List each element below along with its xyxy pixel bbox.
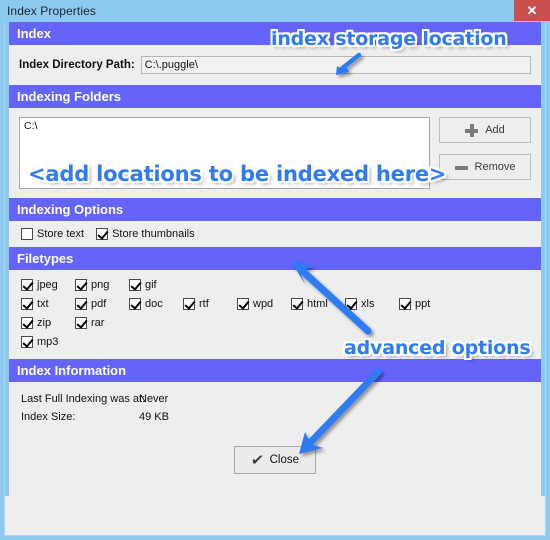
filetype-checkbox-zip[interactable]: zip — [21, 316, 75, 329]
filetype-checkbox-wpd[interactable]: wpd — [237, 297, 291, 310]
checkbox-label: zip — [37, 316, 52, 329]
filetype-checkbox-rtf[interactable]: rtf — [183, 297, 237, 310]
add-folder-label: Add — [485, 124, 505, 136]
checkmark-icon: ✔ — [249, 451, 265, 469]
option-checkbox-store-thumbnails[interactable]: Store thumbnails — [96, 228, 195, 240]
checkbox-label: rtf — [199, 297, 209, 310]
folder-actions: Add Remove — [439, 117, 531, 189]
indexing-folders-list[interactable]: C:\ — [19, 117, 430, 189]
checkbox-icon[interactable] — [291, 297, 303, 310]
dialog-footer: ✔ Close — [5, 434, 545, 496]
close-button-label: Close — [269, 454, 299, 466]
info-row: Last Full Indexing was at: Never — [21, 390, 541, 408]
title-bar: Index Properties ✕ — [0, 0, 550, 22]
checkbox-label: Store text — [37, 228, 85, 240]
filetype-row: zip rar — [21, 314, 541, 331]
section-header-index: Index — [5, 22, 545, 45]
filetype-checkbox-png[interactable]: png — [75, 278, 129, 291]
filetype-row: txt pdf doc rtf wpd html xls ppt — [21, 295, 541, 312]
checkbox-label: jpeg — [37, 278, 58, 291]
checkbox-label: wpd — [253, 297, 274, 310]
checkbox-label: mp3 — [37, 335, 59, 348]
add-folder-button[interactable]: Add — [439, 117, 531, 143]
checkbox-label: txt — [37, 297, 49, 310]
remove-folder-label: Remove — [474, 161, 516, 173]
plus-icon — [465, 123, 479, 137]
checkbox-icon[interactable] — [21, 228, 33, 240]
close-button[interactable]: ✔ Close — [234, 446, 316, 474]
window-title: Index Properties — [7, 4, 96, 18]
checkbox-label: ppt — [415, 297, 431, 310]
section-header-indexing-options: Indexing Options — [5, 198, 545, 221]
filetype-row: mp3 — [21, 333, 541, 350]
section-body-index: Index Directory Path: — [5, 45, 545, 85]
filetype-checkbox-jpeg[interactable]: jpeg — [21, 278, 75, 291]
checkbox-icon[interactable] — [75, 297, 87, 310]
checkbox-label: png — [91, 278, 110, 291]
checkbox-icon[interactable] — [21, 316, 33, 329]
filetype-checkbox-ppt[interactable]: ppt — [399, 297, 453, 310]
filetype-checkbox-txt[interactable]: txt — [21, 297, 75, 310]
filetype-checkbox-pdf[interactable]: pdf — [75, 297, 129, 310]
info-key: Index Size: — [21, 411, 76, 423]
remove-folder-button[interactable]: Remove — [439, 154, 531, 180]
checkbox-icon[interactable] — [345, 297, 357, 310]
info-value: Never — [139, 393, 169, 405]
checkbox-icon[interactable] — [129, 278, 141, 291]
filetype-checkbox-rar[interactable]: rar — [75, 316, 129, 329]
checkbox-label: gif — [145, 278, 157, 291]
checkbox-label: doc — [145, 297, 163, 310]
checkbox-icon[interactable] — [21, 297, 33, 310]
checkbox-icon[interactable] — [75, 316, 87, 329]
checkbox-label: pdf — [91, 297, 107, 310]
section-body-index-information: Last Full Indexing was at: Never Index Siz… — [5, 382, 545, 434]
checkbox-icon[interactable] — [75, 278, 87, 291]
checkbox-label: html — [307, 297, 328, 310]
minus-icon — [454, 161, 468, 174]
checkbox-icon[interactable] — [96, 228, 109, 240]
checkbox-icon[interactable] — [183, 297, 195, 310]
window-close-button[interactable]: ✕ — [514, 0, 550, 21]
checkbox-icon[interactable] — [399, 297, 411, 310]
list-item[interactable]: C:\ — [24, 120, 425, 132]
checkbox-icon[interactable] — [21, 335, 33, 348]
section-header-index-information: Index Information — [5, 359, 545, 382]
filetype-checkbox-html[interactable]: html — [291, 297, 345, 310]
checkbox-label: rar — [91, 316, 105, 329]
section-header-indexing-folders: Indexing Folders — [5, 85, 545, 108]
filetype-checkbox-gif[interactable]: gif — [129, 278, 183, 291]
checkbox-label: xls — [361, 297, 375, 310]
section-body-indexing-options: Store text Store thumbnails — [5, 221, 545, 247]
filetype-checkbox-doc[interactable]: doc — [129, 297, 183, 310]
section-header-filetypes: Filetypes — [5, 247, 545, 270]
filetype-checkbox-mp3[interactable]: mp3 — [21, 335, 75, 348]
checkbox-icon[interactable] — [237, 297, 249, 310]
dialog-client-area: Index Index Directory Path: Indexing Fol… — [4, 22, 546, 536]
info-value: 49 KB — [139, 411, 169, 423]
info-key: Last Full Indexing was at: — [21, 393, 146, 405]
index-directory-path-label: Index Directory Path: — [19, 59, 135, 71]
filetype-row: jpeg png gif — [21, 276, 541, 293]
index-directory-path-input[interactable] — [140, 56, 531, 74]
info-row: Index Size: 49 KB — [21, 408, 541, 426]
checkbox-label: Store thumbnails — [112, 228, 195, 240]
section-body-filetypes: jpeg png gif txt pdf doc rtf wpd html xls ppt zip ra… — [5, 270, 545, 359]
checkbox-icon[interactable] — [129, 297, 141, 310]
checkbox-icon[interactable] — [21, 278, 33, 291]
section-body-indexing-folders: C:\ Add Remove — [5, 108, 545, 198]
option-checkbox-store-text[interactable]: Store text — [21, 228, 84, 240]
index-properties-window: Index Properties ✕ Index Index Directory… — [0, 0, 550, 540]
filetype-checkbox-xls[interactable]: xls — [345, 297, 399, 310]
